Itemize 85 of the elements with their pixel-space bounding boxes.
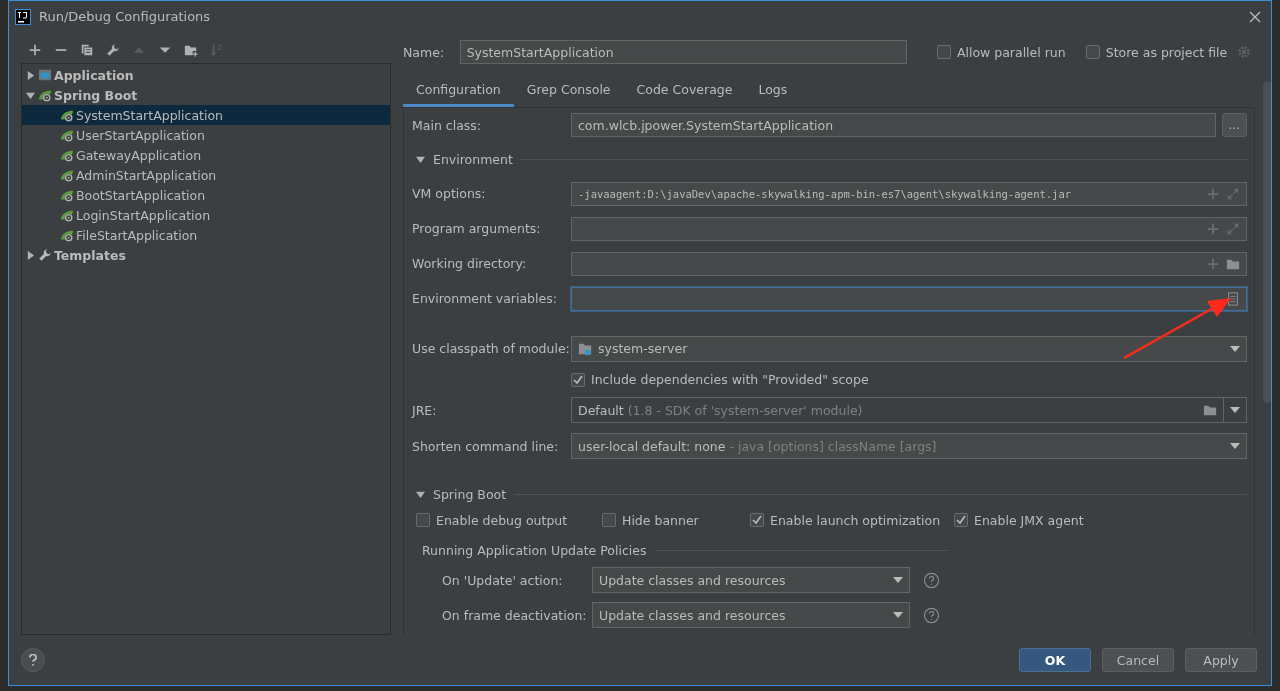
- tree-item[interactable]: Application: [22, 65, 390, 85]
- checkbox[interactable]: [602, 513, 616, 527]
- tree-item[interactable]: AdminStartApplication: [22, 165, 390, 185]
- group-title: Running Application Update Policies: [422, 542, 647, 558]
- app-logo-icon: [15, 8, 31, 25]
- leaf-gear-icon: [60, 208, 74, 222]
- input-field[interactable]: [571, 286, 1247, 311]
- dropdown-arrow-icon[interactable]: [1230, 443, 1240, 449]
- section-title: Environment: [433, 151, 513, 167]
- caret-icon[interactable]: [25, 250, 35, 260]
- tree-item[interactable]: BootStartApplication: [22, 185, 390, 205]
- folder-icon[interactable]: [1203, 403, 1217, 417]
- wrench-icon: [38, 248, 52, 262]
- leaf-gear-icon: [60, 108, 74, 122]
- field-label: On frame deactivation:: [442, 607, 588, 623]
- field-label: Working directory:: [412, 256, 528, 271]
- tree-item[interactable]: LoginStartApplication: [22, 205, 390, 225]
- field-label: Shorten command line:: [412, 438, 560, 454]
- field-label: Program arguments:: [412, 221, 542, 236]
- leaf-gear-icon: [60, 128, 74, 142]
- caret-icon[interactable]: [416, 154, 425, 164]
- question-mark-icon: [28, 654, 38, 666]
- leaf-gear-icon: [60, 188, 74, 202]
- module-folder-icon: [578, 341, 592, 356]
- dropdown-arrow-icon[interactable]: [893, 612, 903, 618]
- checkbox-label: Enable debug output: [436, 512, 568, 528]
- caret-icon[interactable]: [416, 489, 425, 499]
- checkbox-label: Allow parallel run: [956, 44, 1066, 60]
- field-value: -javaagent:D:\javaDev\apache-skywalking-apm-bin-es7\agent\skywalking-agent.jar: [578, 188, 1072, 200]
- checkbox[interactable]: [954, 513, 968, 527]
- dropdown-arrow-icon[interactable]: [1230, 345, 1240, 352]
- document-icon[interactable]: [1226, 291, 1240, 306]
- window-title: Run/Debug Configurations: [39, 9, 212, 24]
- scrollbar[interactable]: [1263, 81, 1271, 403]
- tab[interactable]: Grep Console: [513, 75, 624, 107]
- input-field[interactable]: [571, 251, 1247, 276]
- shorten-dropdown[interactable]: user-local default: none - java [options] className [args]: [571, 433, 1247, 459]
- tree-item[interactable]: Spring Boot: [22, 85, 390, 105]
- leaf-gear-icon: [60, 148, 74, 162]
- window-icon: [38, 68, 52, 82]
- leaf-gear-icon: [60, 228, 74, 242]
- field-label: On 'Update' action:: [442, 572, 564, 588]
- name-label: Name:: [403, 44, 446, 60]
- field-label: Main class:: [412, 117, 483, 133]
- policy-dropdown[interactable]: Update classes and resources: [592, 567, 910, 593]
- jre-dropdown[interactable]: Default (1.8 - SDK of 'system-server' module): [571, 397, 1247, 423]
- policy-dropdown[interactable]: Update classes and resources: [592, 602, 910, 628]
- module-dropdown[interactable]: system-server: [571, 335, 1247, 362]
- field-label: Use classpath of module:: [412, 341, 571, 356]
- dialog-button[interactable]: Apply: [1185, 648, 1257, 672]
- help-button[interactable]: [21, 648, 45, 672]
- field-label: JRE:: [412, 402, 438, 418]
- checkbox[interactable]: [936, 45, 951, 59]
- tree-item[interactable]: Templates: [22, 245, 390, 265]
- section-title: Spring Boot: [433, 486, 507, 502]
- main-class-field[interactable]: com.wlcb.jpower.SystemStartApplication: [571, 113, 1216, 137]
- dropdown-arrow-icon[interactable]: [893, 577, 903, 583]
- tree-item[interactable]: SystemStartApplication: [22, 105, 390, 125]
- dialog-button[interactable]: OK: [1019, 648, 1091, 672]
- checkbox-label: Enable launch optimization: [770, 512, 941, 528]
- tree-item[interactable]: UserStartApplication: [22, 125, 390, 145]
- field-label: Environment variables:: [412, 291, 558, 306]
- tab[interactable]: Code Coverage: [623, 75, 746, 107]
- browse-button[interactable]: ...: [1221, 113, 1247, 137]
- leaf-gear-icon: [60, 168, 74, 182]
- tab[interactable]: Configuration: [403, 75, 514, 107]
- checkbox-label: Enable JMX agent: [974, 512, 1084, 528]
- tab[interactable]: Logs: [745, 75, 801, 107]
- dialog-button[interactable]: Cancel: [1102, 648, 1174, 672]
- help-icon[interactable]: [923, 571, 940, 589]
- help-icon[interactable]: [923, 606, 940, 624]
- checkbox-label: Include dependencies with "Provided" scope: [591, 372, 869, 387]
- tree-item[interactable]: GatewayApplication: [22, 145, 390, 165]
- checkbox[interactable]: [1085, 45, 1100, 59]
- checkbox[interactable]: [416, 513, 430, 527]
- dropdown-arrow-icon[interactable]: [1230, 407, 1240, 413]
- close-icon[interactable]: [1249, 10, 1261, 23]
- field-label: VM options:: [412, 186, 487, 201]
- checkbox-label: Hide banner: [622, 512, 699, 528]
- name-field[interactable]: SystemStartApplication: [459, 40, 907, 64]
- leaf-gear-icon: [38, 88, 52, 102]
- tree-item[interactable]: FileStartApplication: [22, 225, 390, 245]
- checkbox-label: Store as project file: [1105, 44, 1228, 60]
- checkbox[interactable]: [571, 372, 585, 387]
- checkbox[interactable]: [750, 513, 764, 527]
